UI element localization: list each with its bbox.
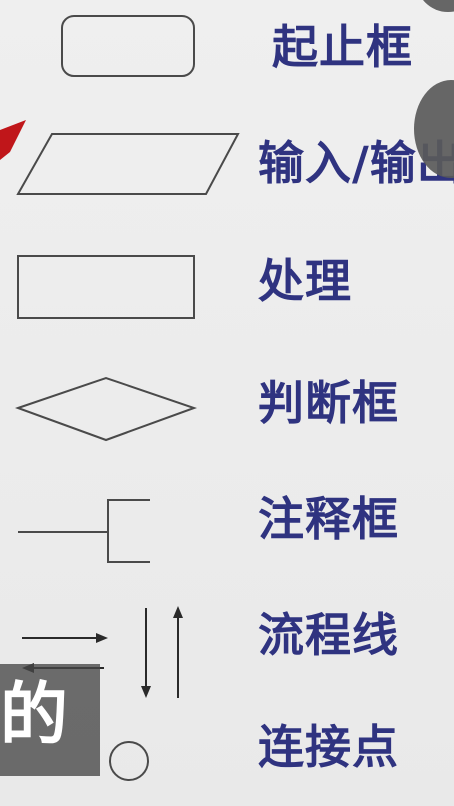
subtitle-text: 的 <box>0 676 69 755</box>
label-flow-line: 流程线 <box>258 608 399 662</box>
rounded-rectangle-icon <box>61 15 195 77</box>
annotation-bracket-icon <box>18 499 150 563</box>
label-decision: 判断框 <box>258 376 399 430</box>
label-start-end: 起止框 <box>272 20 413 74</box>
diamond-icon <box>14 376 198 442</box>
red-pointer-icon <box>0 120 26 160</box>
label-annotation: 注释框 <box>258 492 399 546</box>
circle-icon <box>109 741 149 781</box>
rectangle-icon <box>17 255 195 319</box>
label-connector: 连接点 <box>258 720 399 774</box>
flowchart-symbols-slide: 起止框 输入/输出 处理 判断框 注释框 流程线 连接点 的 <box>0 0 454 806</box>
parallelogram-icon <box>16 133 240 195</box>
label-process: 处理 <box>258 254 352 308</box>
